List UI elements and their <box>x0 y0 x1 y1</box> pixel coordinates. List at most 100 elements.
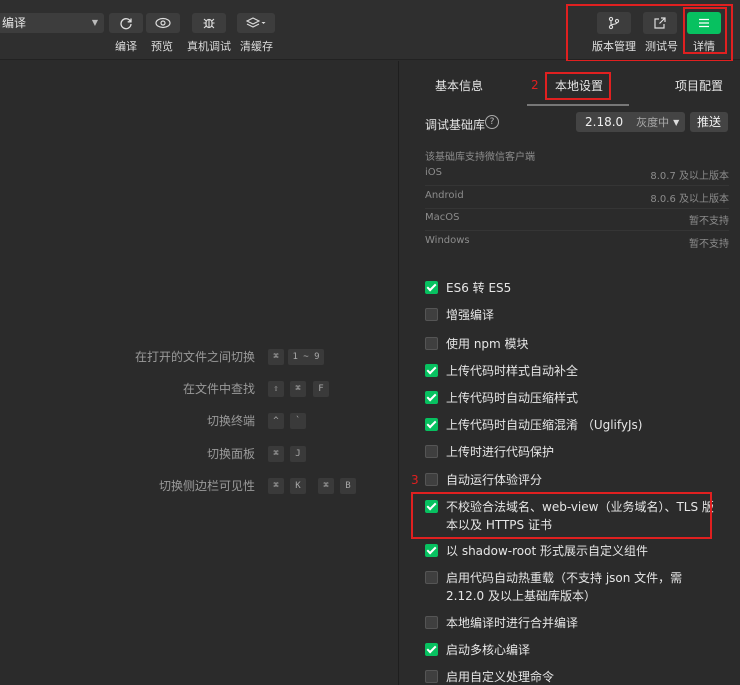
push-button[interactable]: 推送 <box>690 112 728 132</box>
client-os: Windows <box>425 235 470 246</box>
checkbox[interactable] <box>425 670 438 683</box>
shortcut-label: 在打开的文件之间切换 <box>134 350 255 364</box>
shortcut-row: 切换侧边栏可见性 ⌘ K ⌘ B <box>0 477 398 495</box>
test-account-button[interactable] <box>643 12 677 34</box>
annotation-number-3: 3 <box>411 473 419 487</box>
option-label: 启用自定义处理命令 <box>446 670 555 684</box>
checkbox[interactable] <box>425 544 438 557</box>
checkbox[interactable] <box>425 473 438 486</box>
shortcut-label: 切换侧边栏可见性 <box>158 479 255 493</box>
client-version: 暂不支持 <box>689 216 729 227</box>
client-row-android: Android 8.0.6 及以上版本 <box>425 190 729 206</box>
help-icon[interactable]: ? <box>485 115 499 129</box>
key-cap: ⌘ <box>290 381 306 397</box>
remote-debug-button[interactable] <box>192 13 226 33</box>
client-version: 8.0.7 及以上版本 <box>650 171 729 182</box>
key-cap: K <box>290 478 306 494</box>
client-version: 8.0.6 及以上版本 <box>650 194 729 205</box>
compile-button[interactable] <box>109 13 143 33</box>
lib-version-tag: 灰度中 <box>636 116 670 129</box>
option-label: 上传代码时自动压缩混淆 （UglifyJs) <box>446 418 643 432</box>
checkbox[interactable] <box>425 445 438 458</box>
compile-mode-select[interactable]: 编译 ▼ <box>0 13 104 33</box>
checkbox[interactable] <box>425 418 438 431</box>
lib-version-select[interactable]: 2.18.0 灰度中 ▼ <box>576 112 685 132</box>
checkbox[interactable] <box>425 616 438 629</box>
key-cap: F <box>313 381 329 397</box>
version-management-button[interactable] <box>597 12 631 34</box>
clear-cache-button[interactable] <box>237 13 275 33</box>
test-account-label: 测试号 <box>645 40 678 53</box>
checkbox[interactable] <box>425 500 438 513</box>
option-label: 以 shadow-root 形式展示自定义组件 <box>446 544 649 558</box>
active-tab-indicator <box>527 104 629 106</box>
key-cap: ⌘ <box>268 478 284 494</box>
tab-project-config[interactable]: 项目配置 <box>675 77 723 94</box>
clear-cache-label: 清缓存 <box>240 40 273 53</box>
details-button[interactable] <box>687 12 721 34</box>
key-cap: ` <box>290 413 306 429</box>
option-label: 上传代码时自动压缩样式 <box>446 391 579 405</box>
shortcut-label: 在文件中查找 <box>182 382 255 396</box>
key-cap: ⇧ <box>268 381 284 397</box>
option-label: 自动运行体验评分 <box>446 473 543 487</box>
shortcut-row: 在打开的文件之间切换 ⌘ 1 ~ 9 <box>0 348 398 366</box>
checkbox[interactable] <box>425 308 438 321</box>
key-cap: ⌘ <box>268 446 284 462</box>
tab-basic-info[interactable]: 基本信息 <box>435 77 483 94</box>
shortcut-label: 切换面板 <box>206 447 255 461</box>
chevron-down-icon: ▼ <box>91 18 98 27</box>
editor-welcome-area: 在打开的文件之间切换 ⌘ 1 ~ 9 在文件中查找 ⇧ ⌘ F 切换终端 ^ `… <box>0 61 398 685</box>
shortcut-label: 切换终端 <box>206 414 255 428</box>
support-note: 该基础库支持微信客户端 <box>425 152 535 163</box>
client-row-macos: MacOS 暂不支持 <box>425 212 729 228</box>
shortcut-row: 在文件中查找 ⇧ ⌘ F <box>0 380 398 398</box>
key-cap: ^ <box>268 413 284 429</box>
option-label: 不校验合法域名、web-view（业务域名）、TLS 版本以及 HTTPS 证书 <box>446 500 714 532</box>
option-label: 使用 npm 模块 <box>446 337 529 351</box>
menu-icon <box>699 18 709 28</box>
debug-lib-label: 调试基础库 <box>425 118 486 132</box>
client-os: Android <box>425 190 464 201</box>
chevron-down-icon: ▼ <box>673 117 680 127</box>
key-cap: B <box>340 478 356 494</box>
key-cap: J <box>290 446 306 462</box>
checkbox[interactable] <box>425 337 438 350</box>
annotation-number-2: 2 <box>531 78 539 92</box>
tab-local-settings[interactable]: 本地设置 <box>555 77 603 94</box>
shortcut-row: 切换面板 ⌘ J <box>0 445 398 463</box>
option-label: 上传代码时样式自动补全 <box>446 364 579 378</box>
checkbox[interactable] <box>425 391 438 404</box>
client-row-ios: iOS 8.0.7 及以上版本 <box>425 167 729 183</box>
eye-icon <box>155 17 171 29</box>
refresh-icon <box>120 18 132 30</box>
option-label: ES6 转 ES5 <box>446 281 512 295</box>
divider <box>425 208 729 209</box>
branch-icon <box>608 16 620 30</box>
checkbox[interactable] <box>425 571 438 584</box>
option-label: 本地编译时进行合并编译 <box>446 616 579 630</box>
client-version: 暂不支持 <box>689 239 729 250</box>
compile-label: 编译 <box>115 40 137 53</box>
version-management-label: 版本管理 <box>592 40 636 53</box>
external-link-icon <box>654 17 666 29</box>
bug-icon <box>203 18 215 29</box>
layers-icon <box>246 17 266 28</box>
key-cap: 1 ~ 9 <box>288 349 324 365</box>
client-os: iOS <box>425 167 442 178</box>
compile-mode-value: 编译 <box>2 16 27 30</box>
toolbar: 编译 ▼ 编译 预览 真机调试 清缓存 版本管理 测试号 详情 <box>0 0 740 60</box>
key-cap: ⌘ <box>268 349 284 365</box>
remote-debug-label: 真机调试 <box>187 40 231 53</box>
checkbox[interactable] <box>425 643 438 656</box>
lib-version-value: 2.18.0 <box>585 115 624 129</box>
preview-button[interactable] <box>146 13 180 33</box>
option-label: 启用代码自动热重载（不支持 json 文件，需 2.12.0 及以上基础库版本） <box>446 571 683 603</box>
preview-label: 预览 <box>151 40 173 53</box>
checkbox[interactable] <box>425 364 438 377</box>
details-panel: 基本信息 本地设置 项目配置 调试基础库 ? 2.18.0 灰度中 ▼ 推送 该… <box>399 61 740 685</box>
details-label: 详情 <box>693 40 715 53</box>
checkbox[interactable] <box>425 281 438 294</box>
client-os: MacOS <box>425 212 460 223</box>
divider <box>425 185 729 186</box>
